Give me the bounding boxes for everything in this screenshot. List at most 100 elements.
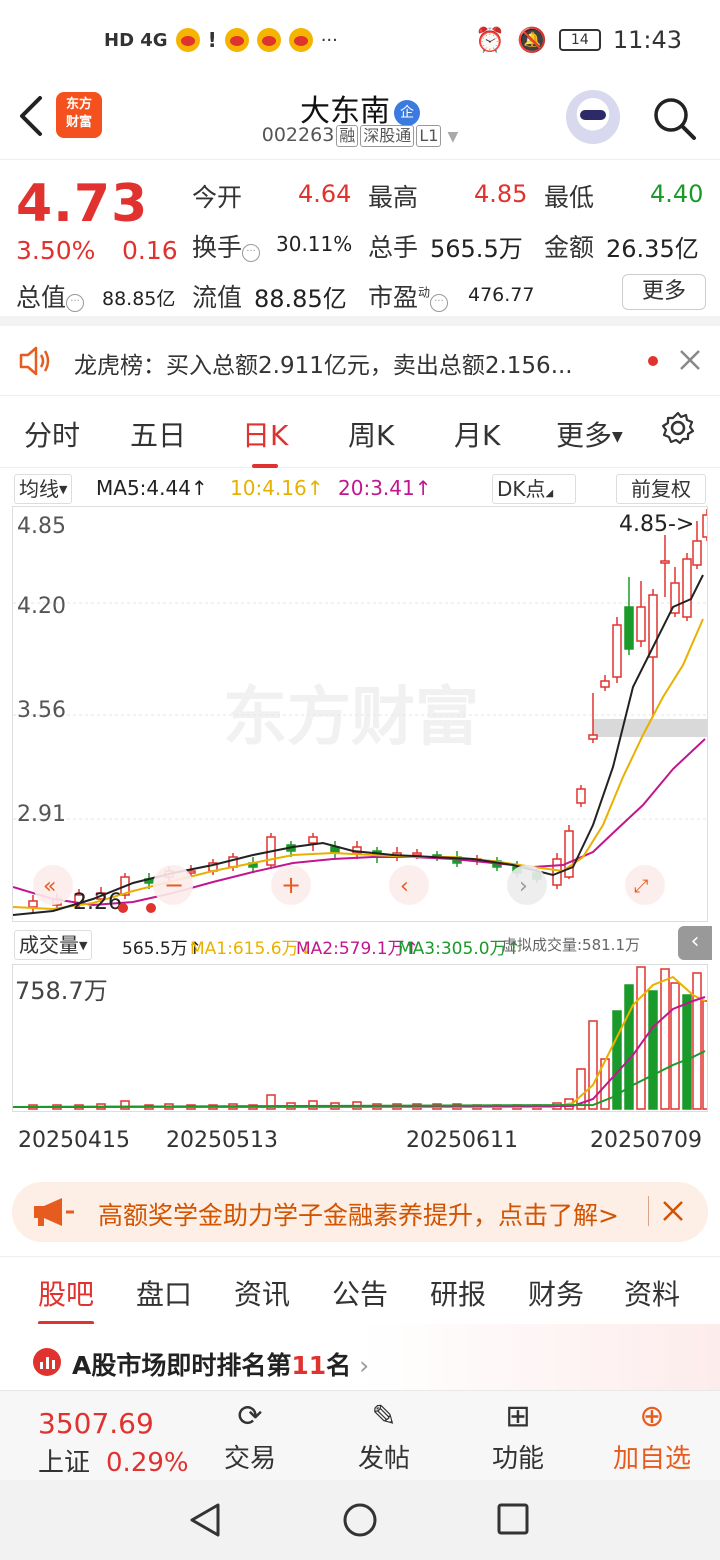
stock-header: 东方 财富 大东南企 002263 融深股通 L1 ▼ [0,80,720,160]
candle-body [702,514,712,538]
tab-financials[interactable]: 财务 [528,1273,584,1313]
ma20-line [12,738,706,907]
svg-text:⤢: ⤢ [634,876,649,897]
volume-bar [648,990,658,1110]
max-marker: 4.85-> [619,512,694,537]
weibo-icon [224,28,249,52]
volume-bar [692,972,702,1110]
rank-text: A股市场即时排名第11名 › [72,1351,370,1380]
info-icon[interactable]: ··· [66,294,85,312]
tab-five-day[interactable]: 五日 [130,414,186,454]
info-icon[interactable]: ··· [242,244,261,262]
volume-legend-row: 成交量▼ 565.5万↑ MA1:615.6万↓ MA2:579.1万↑ MA3… [0,926,720,962]
scroll-left-icon[interactable] [389,865,429,905]
virtual-volume-label: 虚拟成交量:581.1万 [502,936,640,954]
volume-chart[interactable]: 758.7万 [12,964,712,1112]
index-percent: 0.29% [106,1448,189,1478]
tab-intraday[interactable]: 分时 [24,414,80,454]
volume-value: 565.5万 [430,235,523,263]
nav-back-icon[interactable] [188,1502,222,1538]
current-price: 4.73 [16,174,149,234]
add-watchlist-button[interactable]: ⊕ 加自选 [592,1399,712,1475]
vol-ma2-line [12,996,706,1108]
index-value: 3507.69 [38,1407,154,1440]
unread-dot [648,356,658,366]
weibo-icon [175,28,200,52]
tab-news[interactable]: 资讯 [234,1273,290,1313]
ma10-label: 10:4.16↑ [230,476,324,500]
tag-level: L1 [416,125,442,147]
y-tick: 4.20 [17,594,66,619]
tab-weekly-k[interactable]: 周K [348,414,394,454]
y-tick: 4.85 [17,514,66,539]
nav-home-icon[interactable] [342,1502,378,1538]
tab-monthly-k[interactable]: 月K [454,414,500,454]
volume-svg: 758.7万 [12,966,712,1110]
rank-chart-icon [33,1348,61,1376]
signal-dot [146,903,156,913]
enterprise-badge-icon: 企 [394,100,420,126]
functions-button[interactable]: ⊞ 功能 [458,1399,578,1475]
turnover-value: 30.11% [276,232,353,256]
ma5-label: MA5:4.44↑ [96,476,208,500]
candle-body [624,606,634,650]
market-rank-bar[interactable]: A股市场即时排名第11名 › [0,1324,720,1390]
indicator-select[interactable]: 均线▼ [14,474,73,504]
post-button[interactable]: ✎ 发帖 [324,1399,444,1475]
search-icon[interactable] [650,94,698,142]
info-icon[interactable]: ··· [430,294,449,312]
vol-ma1-label: MA1:615.6万↓ [190,939,313,959]
volume-bar [624,984,634,1110]
change-amount: 0.16 [122,236,178,265]
dragon-tiger-notice[interactable]: 龙虎榜：买入总额2.911亿元，卖出总额2.156... [0,326,720,396]
float-label: 流值 [192,283,243,312]
promo-banner[interactable]: 高额奖学金助力学子金融素养提升，点击了解> [12,1182,708,1242]
more-notifications: ··· [320,29,338,51]
gear-icon[interactable] [660,410,696,446]
tab-profile[interactable]: 资料 [624,1273,680,1313]
high-label: 最高 [368,183,419,212]
info-tabs: 股吧 盘口 资讯 公告 研报 财务 资料 [0,1256,720,1325]
min-marker: 2.26 [73,890,122,915]
tab-more[interactable]: 更多▼ [556,414,623,454]
ma20-label: 20:3.41↑ [338,476,432,500]
tab-daily-k[interactable]: 日K [242,414,288,468]
open-label: 今开 [192,183,243,212]
volume-bar [682,994,692,1110]
y-tick: 3.56 [17,698,66,723]
assistant-robot-icon[interactable] [566,90,620,144]
ma10-line [12,618,704,911]
trade-button[interactable]: ⟳ 交易 [190,1399,310,1475]
mktcap-value: 88.85亿 [102,288,176,310]
tab-research[interactable]: 研报 [430,1273,486,1313]
candle-body [636,606,646,642]
open-value: 4.64 [298,180,352,208]
tab-announcements[interactable]: 公告 [332,1273,388,1313]
ma-legend-row: 均线▼ MA5:4.44↑ 10:4.16↑ 20:3.41↑ DK点◢ 前复权 [0,470,720,506]
candle-body [308,836,318,844]
edit-icon: ✎ [371,1399,397,1434]
collapse-panel-icon[interactable]: ‹ [678,926,712,960]
more-quote-button[interactable]: 更多 [622,274,706,310]
amount-label: 金额 [544,233,595,262]
volume-indicator-select[interactable]: 成交量▼ [14,930,93,960]
adjust-button[interactable]: 前复权 [616,474,706,504]
index-ticker[interactable]: 3507.69 上证 0.29% [38,1407,189,1479]
svg-text:›: › [519,874,528,899]
nav-recents-icon[interactable] [496,1502,530,1536]
tab-forum[interactable]: 股吧 [38,1273,95,1325]
stock-code: 002263 [261,124,335,146]
yuan-cycle-icon: ⟳ [237,1399,263,1434]
svg-text:−: − [164,871,184,899]
close-icon[interactable] [678,348,702,372]
volume-bar [702,1000,712,1110]
clock: 11:43 [612,26,682,54]
candle-body [412,852,422,856]
weibo-icon [256,28,281,52]
y-tick: 2.91 [17,802,66,827]
candlestick-chart[interactable]: 东方财富 4.85 4.20 3.56 2.91 4.85-> 2.26 « −… [12,506,712,922]
close-icon[interactable] [662,1200,684,1222]
tab-orderbook[interactable]: 盘口 [136,1273,192,1313]
high-value: 4.85 [474,180,528,208]
dk-point-button[interactable]: DK点◢ [492,474,576,504]
